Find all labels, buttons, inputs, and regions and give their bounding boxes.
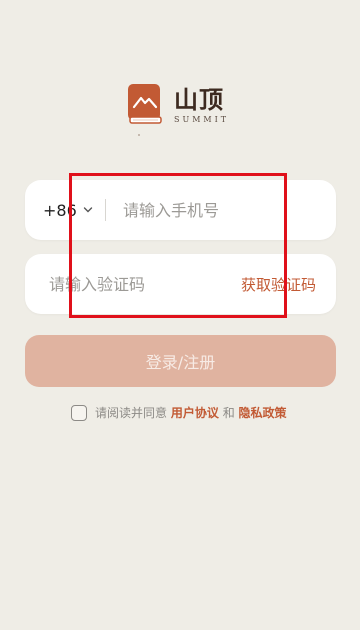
agreement-prefix: 请阅读并同意 (95, 406, 168, 420)
login-register-button[interactable]: 登录/注册 (25, 335, 336, 387)
field-divider (105, 199, 106, 221)
decorative-dot (138, 134, 140, 136)
chevron-down-icon (83, 207, 92, 213)
code-field-card: 获取验证码 (25, 254, 336, 314)
app-name: 山顶 (174, 85, 224, 114)
app-logo: 山顶 SUMMIT (128, 84, 229, 126)
agreement-and: 和 (222, 406, 235, 420)
country-code-selector[interactable]: +86 (43, 180, 93, 240)
phone-number-input[interactable] (123, 180, 323, 240)
mountain-book-icon (128, 84, 162, 126)
phone-field-card: +86 (25, 180, 336, 240)
user-agreement-link[interactable]: 用户协议 (171, 406, 219, 420)
agreement-row: 请阅读并同意 用户协议 和 隐私政策 (71, 404, 287, 421)
agreement-checkbox[interactable] (71, 404, 87, 421)
get-code-button[interactable]: 获取验证码 (241, 254, 316, 314)
app-subtitle: SUMMIT (174, 115, 230, 124)
verification-code-input[interactable] (49, 254, 229, 314)
country-code: +86 (43, 200, 77, 220)
privacy-policy-link[interactable]: 隐私政策 (239, 406, 287, 420)
